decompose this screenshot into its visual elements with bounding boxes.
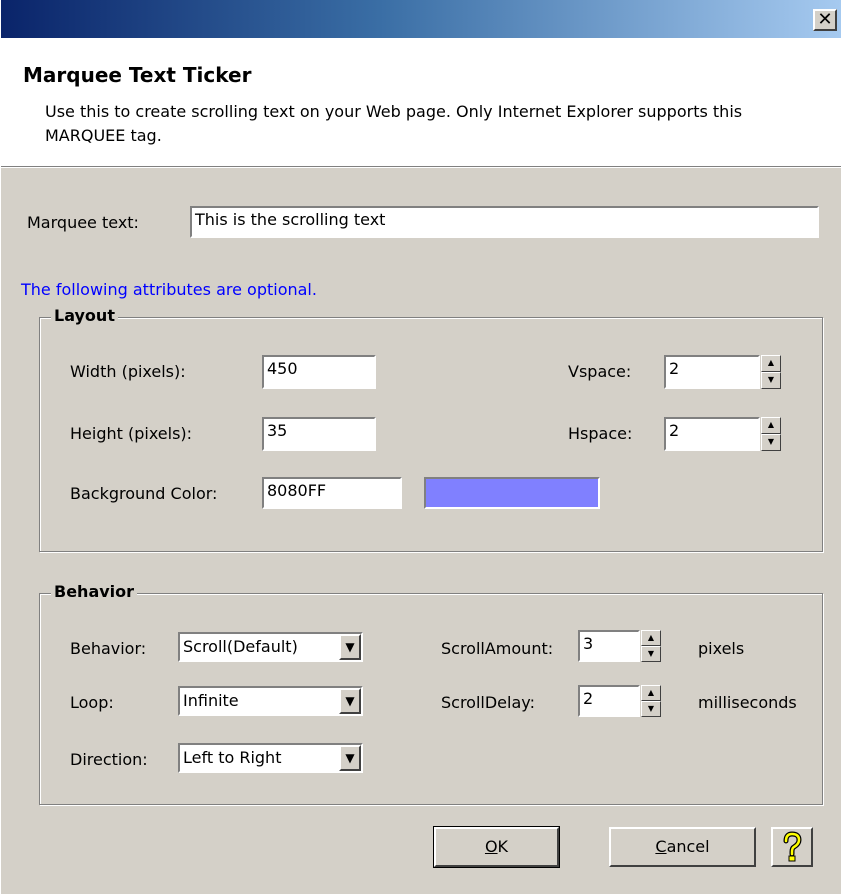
behavior-label: Behavior: [70, 639, 147, 658]
loop-label: Loop: [70, 693, 114, 712]
vspace-spinner[interactable]: ▲ ▼ [761, 355, 781, 389]
dialog-description: Use this to create scrolling text on you… [45, 102, 743, 145]
scroll-amount-unit: pixels [698, 639, 745, 658]
header-divider [1, 166, 841, 168]
chevron-down-icon[interactable]: ▼ [339, 745, 361, 771]
scroll-amount-spinner[interactable]: ▲ ▼ [641, 630, 661, 662]
spin-up-icon[interactable]: ▲ [641, 630, 661, 646]
dialog-header: Marquee Text Ticker Use this to create s… [1, 38, 841, 166]
close-icon: ✕ [817, 9, 833, 30]
scroll-amount-label: ScrollAmount: [441, 639, 554, 658]
background-color-swatch[interactable] [424, 477, 600, 509]
spin-down-icon[interactable]: ▼ [761, 372, 781, 389]
optional-note: The following attributes are optional. [21, 280, 317, 299]
close-button[interactable]: ✕ [813, 9, 837, 31]
behavior-group-title: Behavior [51, 582, 138, 601]
hspace-label: Hspace: [568, 424, 633, 443]
title-bar[interactable]: ✕ [1, 0, 841, 38]
ok-button[interactable]: OK [433, 826, 560, 868]
scroll-amount-input[interactable]: 3 [578, 630, 640, 662]
help-icon [783, 831, 802, 862]
spin-up-icon[interactable]: ▲ [641, 685, 661, 701]
layout-group-title: Layout [51, 306, 118, 325]
spin-up-icon[interactable]: ▲ [761, 417, 781, 434]
cancel-button[interactable]: Cancel [609, 827, 756, 867]
dialog-title: Marquee Text Ticker [23, 63, 252, 87]
width-input[interactable]: 450 [262, 355, 376, 389]
vspace-input[interactable]: 2 [664, 355, 760, 389]
vspace-label: Vspace: [568, 362, 632, 381]
hspace-spinner[interactable]: ▲ ▼ [761, 417, 781, 451]
direction-select[interactable]: Left to Right ▼ [178, 743, 363, 773]
scroll-delay-spinner[interactable]: ▲ ▼ [641, 685, 661, 717]
loop-selected: Infinite [183, 691, 239, 710]
height-label: Height (pixels): [70, 424, 193, 443]
scroll-delay-label: ScrollDelay: [441, 693, 535, 712]
scroll-delay-unit: milliseconds [698, 693, 797, 712]
marquee-text-label: Marquee text: [27, 213, 139, 232]
spin-up-icon[interactable]: ▲ [761, 355, 781, 372]
hspace-input[interactable]: 2 [664, 417, 760, 451]
behavior-select[interactable]: Scroll(Default) ▼ [178, 632, 363, 662]
scroll-delay-input[interactable]: 2 [578, 685, 640, 717]
spin-down-icon[interactable]: ▼ [641, 701, 661, 717]
background-color-label: Background Color: [70, 484, 218, 503]
height-input[interactable]: 35 [262, 417, 376, 451]
spin-down-icon[interactable]: ▼ [761, 434, 781, 451]
spin-down-icon[interactable]: ▼ [641, 646, 661, 662]
width-label: Width (pixels): [70, 362, 186, 381]
loop-select[interactable]: Infinite ▼ [178, 686, 363, 716]
help-button[interactable] [771, 827, 813, 867]
background-color-input[interactable]: 8080FF [262, 477, 402, 509]
marquee-text-input[interactable]: This is the scrolling text [190, 206, 819, 238]
direction-label: Direction: [70, 750, 148, 769]
direction-selected: Left to Right [183, 748, 282, 767]
marquee-dialog: ✕ Marquee Text Ticker Use this to create… [0, 0, 841, 894]
chevron-down-icon[interactable]: ▼ [339, 634, 361, 660]
behavior-selected: Scroll(Default) [183, 637, 298, 656]
chevron-down-icon[interactable]: ▼ [339, 688, 361, 714]
